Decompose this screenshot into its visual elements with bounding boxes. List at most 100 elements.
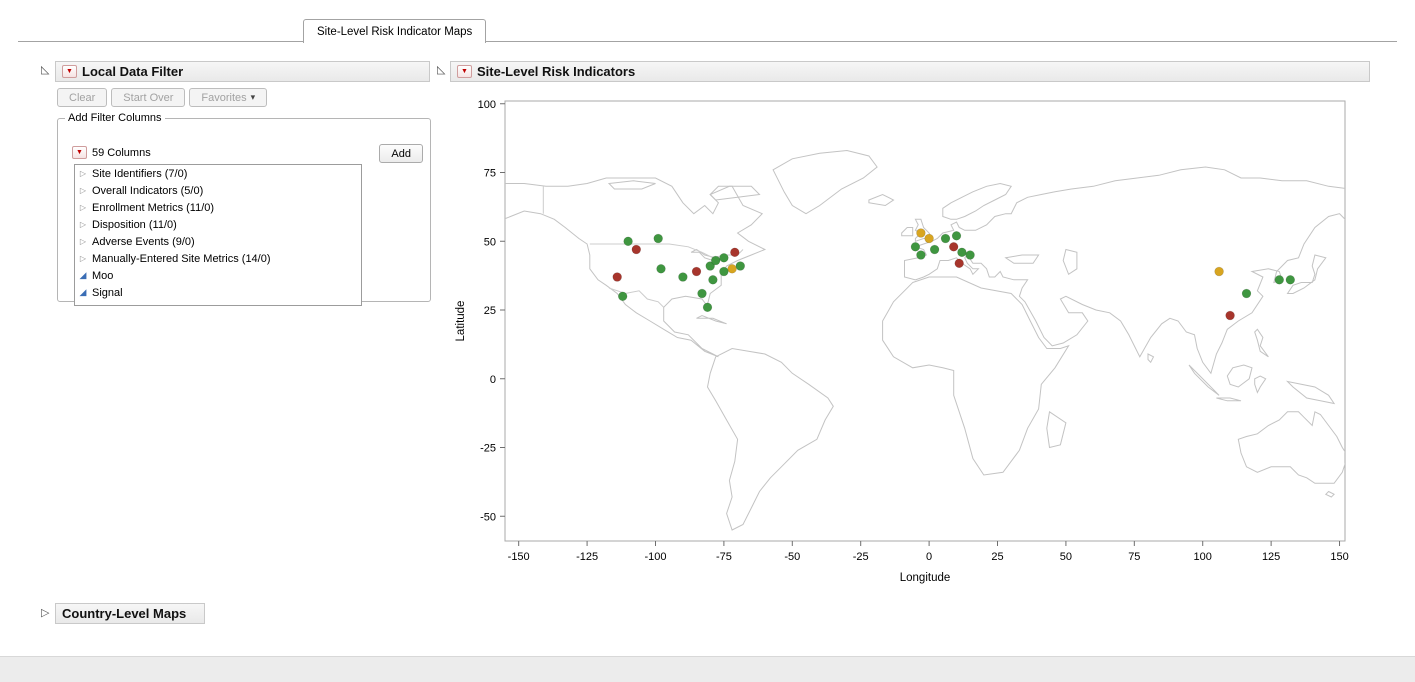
tree-item-label: Moo bbox=[92, 270, 113, 282]
tree-item-label: Adverse Events (9/0) bbox=[92, 236, 195, 248]
red-triangle-menu-icon[interactable]: ▼ bbox=[457, 65, 472, 78]
site-point[interactable] bbox=[1226, 311, 1235, 320]
x-tick-label: -125 bbox=[576, 551, 598, 563]
y-tick-label: -50 bbox=[480, 511, 496, 523]
site-point[interactable] bbox=[917, 229, 926, 238]
expand-triangle-icon[interactable]: ▷ bbox=[78, 220, 88, 229]
plot-frame bbox=[505, 101, 1345, 541]
tree-item-label: Overall Indicators (5/0) bbox=[92, 185, 203, 197]
y-tick-label: 50 bbox=[484, 236, 496, 248]
x-tick-label: 25 bbox=[991, 551, 1003, 563]
add-button[interactable]: Add bbox=[379, 144, 423, 163]
y-tick-label: 75 bbox=[484, 168, 496, 180]
collapse-triangle-icon[interactable]: ◺ bbox=[437, 63, 445, 77]
x-tick-label: -150 bbox=[508, 551, 530, 563]
site-point[interactable] bbox=[657, 264, 666, 273]
collapse-triangle-icon[interactable]: ▷ bbox=[41, 606, 49, 620]
site-point[interactable] bbox=[720, 253, 729, 262]
site-point[interactable] bbox=[917, 251, 926, 260]
favorites-button[interactable]: Favorites ▾ bbox=[189, 88, 267, 107]
continuous-column-icon: ◢ bbox=[78, 287, 88, 298]
tree-item-label: Site Identifiers (7/0) bbox=[92, 168, 187, 180]
tree-item-site-identifiers-7-0[interactable]: ▷ Site Identifiers (7/0) bbox=[75, 165, 361, 182]
app-window: Site-Level Risk Indicator Maps ◺ ▼ Local… bbox=[0, 0, 1415, 656]
site-point[interactable] bbox=[730, 248, 739, 257]
site-point[interactable] bbox=[632, 245, 641, 254]
tree-item-overall-indicators-5-0[interactable]: ▷ Overall Indicators (5/0) bbox=[75, 182, 361, 199]
tree-item-disposition-11-0[interactable]: ▷ Disposition (11/0) bbox=[75, 216, 361, 233]
tree-item-manually-entered-site-metrics-14-0[interactable]: ▷ Manually-Entered Site Metrics (14/0) bbox=[75, 250, 361, 267]
red-triangle-menu-icon[interactable]: ▼ bbox=[62, 65, 77, 78]
site-point[interactable] bbox=[711, 256, 720, 265]
site-map-plot[interactable]: -150-125-100-75-50-250255075100125150100… bbox=[448, 90, 1368, 595]
y-tick-label: 25 bbox=[484, 305, 496, 317]
site-point[interactable] bbox=[698, 289, 707, 298]
collapse-triangle-icon[interactable]: ◺ bbox=[41, 63, 49, 77]
x-tick-label: 125 bbox=[1262, 551, 1280, 563]
site-point[interactable] bbox=[720, 267, 729, 276]
tree-item-label: Disposition (11/0) bbox=[92, 219, 177, 231]
x-tick-label: 0 bbox=[926, 551, 932, 563]
dropdown-arrow-icon: ▾ bbox=[251, 92, 256, 103]
tab-label: Site-Level Risk Indicator Maps bbox=[317, 26, 472, 38]
country-level-maps-header[interactable]: Country-Level Maps bbox=[55, 603, 205, 624]
continuous-column-icon: ◢ bbox=[78, 270, 88, 281]
site-point[interactable] bbox=[949, 242, 958, 251]
site-point[interactable] bbox=[679, 273, 688, 282]
site-point[interactable] bbox=[955, 259, 964, 268]
site-point[interactable] bbox=[703, 303, 712, 312]
x-tick-label: 75 bbox=[1128, 551, 1140, 563]
x-tick-label: 100 bbox=[1194, 551, 1212, 563]
tree-item-adverse-events-9-0[interactable]: ▷ Adverse Events (9/0) bbox=[75, 233, 361, 250]
country-level-maps-title: Country-Level Maps bbox=[62, 606, 186, 621]
site-point[interactable] bbox=[911, 242, 920, 251]
site-point[interactable] bbox=[952, 231, 961, 240]
site-level-indicators-header: ▼ Site-Level Risk Indicators bbox=[450, 61, 1370, 82]
y-tick-label: -25 bbox=[480, 443, 496, 455]
site-point[interactable] bbox=[1286, 275, 1295, 284]
tree-item-label: Manually-Entered Site Metrics (14/0) bbox=[92, 253, 271, 265]
tree-item-moo[interactable]: ◢ Moo bbox=[75, 267, 361, 284]
favorites-label: Favorites bbox=[201, 92, 246, 104]
filter-buttons-row: Clear Start Over Favorites ▾ bbox=[57, 88, 267, 107]
site-point[interactable] bbox=[692, 267, 701, 276]
expand-triangle-icon[interactable]: ▷ bbox=[78, 203, 88, 212]
expand-triangle-icon[interactable]: ▷ bbox=[78, 186, 88, 195]
expand-triangle-icon[interactable]: ▷ bbox=[78, 254, 88, 263]
x-tick-label: -25 bbox=[853, 551, 869, 563]
site-point[interactable] bbox=[709, 275, 718, 284]
x-axis-title: Longitude bbox=[900, 572, 951, 584]
local-data-filter-title: Local Data Filter bbox=[82, 64, 183, 79]
site-point[interactable] bbox=[966, 251, 975, 260]
site-point[interactable] bbox=[613, 273, 622, 282]
local-data-filter-header: ▼ Local Data Filter bbox=[55, 61, 430, 82]
tab-site-level-risk-indicator-maps[interactable]: Site-Level Risk Indicator Maps bbox=[303, 19, 486, 43]
columns-count-row: ▼ 59 Columns bbox=[72, 146, 151, 159]
site-point[interactable] bbox=[925, 234, 934, 243]
site-point[interactable] bbox=[1242, 289, 1251, 298]
site-point[interactable] bbox=[1215, 267, 1224, 276]
site-point[interactable] bbox=[736, 262, 745, 271]
clear-button[interactable]: Clear bbox=[57, 88, 107, 107]
site-point[interactable] bbox=[1275, 275, 1284, 284]
tree-item-signal[interactable]: ◢ Signal bbox=[75, 284, 361, 301]
expand-triangle-icon[interactable]: ▷ bbox=[78, 237, 88, 246]
expand-triangle-icon[interactable]: ▷ bbox=[78, 169, 88, 178]
site-point[interactable] bbox=[654, 234, 663, 243]
window-bottom-strip bbox=[0, 656, 1415, 682]
tree-item-enrollment-metrics-11-0[interactable]: ▷ Enrollment Metrics (11/0) bbox=[75, 199, 361, 216]
red-triangle-menu-icon[interactable]: ▼ bbox=[72, 146, 87, 159]
site-point[interactable] bbox=[930, 245, 939, 254]
x-tick-label: -75 bbox=[716, 551, 732, 563]
add-filter-columns-legend: Add Filter Columns bbox=[65, 112, 165, 124]
site-point[interactable] bbox=[624, 237, 633, 246]
y-tick-label: 0 bbox=[490, 374, 496, 386]
add-filter-columns-group: Add Filter Columns ▼ 59 Columns Add ▷ Sit… bbox=[57, 112, 431, 302]
tree-item-label: Enrollment Metrics (11/0) bbox=[92, 202, 214, 214]
start-over-button[interactable]: Start Over bbox=[111, 88, 185, 107]
tree-item-label: Signal bbox=[92, 287, 123, 299]
site-point[interactable] bbox=[618, 292, 627, 301]
site-point[interactable] bbox=[728, 264, 737, 273]
site-point[interactable] bbox=[958, 248, 967, 257]
site-point[interactable] bbox=[941, 234, 950, 243]
